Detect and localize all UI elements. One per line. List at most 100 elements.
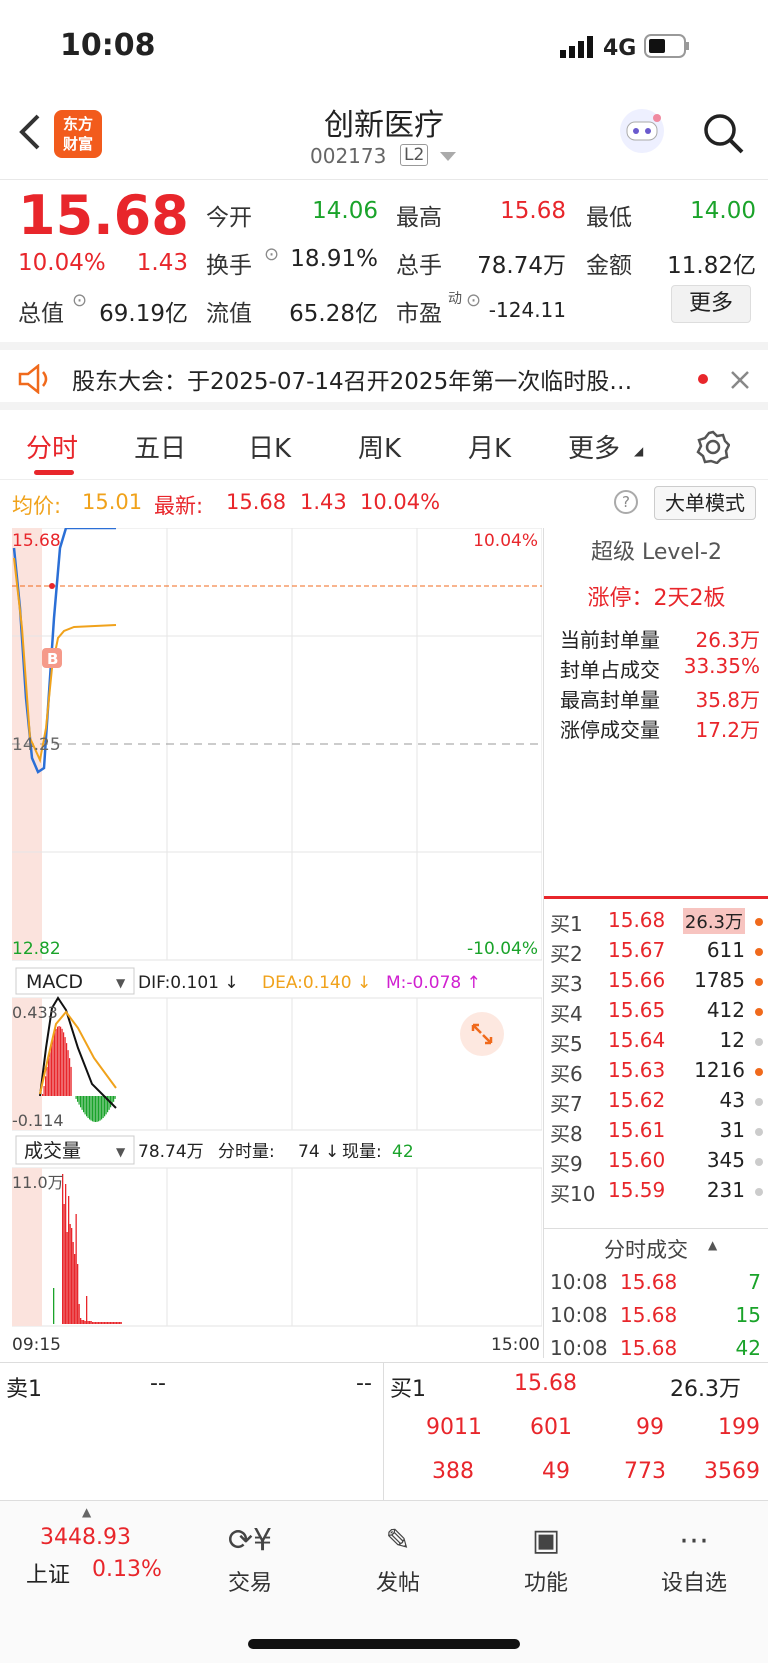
- bid-dot: [755, 1188, 763, 1196]
- bid-row[interactable]: 买3 15.66 1785: [544, 966, 768, 997]
- macd-bar: [54, 1032, 56, 1096]
- queue-value: 773: [624, 1459, 666, 1484]
- queue-value: 49: [542, 1459, 570, 1484]
- tab-weekly-k[interactable]: 周K: [358, 428, 401, 465]
- volume-bar: [84, 1321, 86, 1324]
- high-label: 最高: [396, 205, 442, 231]
- close-icon[interactable]: [730, 370, 750, 390]
- help-icon[interactable]: ?: [614, 490, 638, 514]
- volume-selector[interactable]: 成交量: [24, 1140, 81, 1162]
- divider: [544, 896, 768, 899]
- nav-add-watchlist[interactable]: ⋯ 设自选: [634, 1521, 754, 1597]
- mktcap-value: 69.19亿: [99, 301, 188, 327]
- queue-value: 9011: [426, 1415, 482, 1440]
- queue-value: 99: [636, 1415, 664, 1440]
- volume-bar: [92, 1322, 94, 1324]
- bid-row[interactable]: 买1 15.68 26.3万: [544, 906, 768, 937]
- bid-row[interactable]: 买6 15.63 1216: [544, 1056, 768, 1087]
- tab-monthly-k[interactable]: 月K: [468, 428, 511, 465]
- robot-assistant-icon[interactable]: [617, 106, 667, 156]
- volume-top-label: 11.0万: [12, 1173, 64, 1192]
- bid-row[interactable]: 买9 15.60 345: [544, 1146, 768, 1177]
- search-icon[interactable]: [702, 112, 746, 156]
- time-start-label: 09:15: [12, 1335, 61, 1355]
- battery-icon: [644, 34, 689, 58]
- current-price: 15.68: [18, 184, 189, 247]
- macd-top-label: 0.433: [12, 1003, 58, 1022]
- bid-dot: [755, 948, 763, 956]
- tick-price: 15.68: [620, 1270, 678, 1294]
- tab-more[interactable]: 更多: [568, 428, 620, 465]
- ticks-title[interactable]: 分时成交: [604, 1234, 688, 1264]
- bid-row[interactable]: 买10 15.59 231: [544, 1176, 768, 1207]
- yen-refresh-icon: ⟳¥: [227, 1523, 273, 1558]
- expand-icon[interactable]: [460, 1012, 504, 1056]
- status-time: 10:08: [60, 28, 156, 63]
- sell1-qty: --: [356, 1371, 372, 1396]
- notice-bar[interactable]: 股东大会：于2025-07-14召开2025年第一次临时股东大会: [0, 342, 768, 410]
- nav-trade[interactable]: ⟳¥ 交易: [190, 1521, 310, 1597]
- index-pct[interactable]: 0.13%: [92, 1557, 162, 1582]
- macd-bar: [46, 1066, 48, 1096]
- index-name[interactable]: 上证: [26, 1557, 70, 1589]
- turnover-value: 18.91%: [290, 246, 378, 272]
- macd-bar: [96, 1096, 98, 1122]
- bid-row[interactable]: 买5 15.64 12: [544, 1026, 768, 1057]
- bid-level: 买10: [550, 1182, 596, 1206]
- level-tag[interactable]: L2: [400, 144, 429, 166]
- bid-qty: 26.3万: [682, 908, 745, 934]
- sell1-label: 卖1: [6, 1377, 42, 1402]
- volume-bar: [81, 1320, 83, 1324]
- volume-bar: [80, 1318, 82, 1324]
- tab-daily-k[interactable]: 日K: [248, 428, 291, 465]
- bid-qty: 611: [706, 938, 745, 962]
- bid-row[interactable]: 买8 15.61 31: [544, 1116, 768, 1147]
- volume-bar: [95, 1322, 97, 1324]
- index-value[interactable]: 3448.93: [40, 1525, 131, 1550]
- y-bot-label: 12.82: [12, 939, 61, 959]
- more-button[interactable]: 更多: [671, 285, 751, 323]
- macd-selector[interactable]: MACD: [26, 971, 83, 993]
- volume-bar: [72, 1242, 74, 1324]
- bid-row[interactable]: 买2 15.67 611: [544, 936, 768, 967]
- info-icon[interactable]: ⊙: [466, 290, 481, 311]
- bid-row[interactable]: 买7 15.62 43: [544, 1086, 768, 1117]
- gear-icon[interactable]: [696, 430, 730, 464]
- float-value: 65.28亿: [289, 301, 378, 327]
- chevron-down-icon[interactable]: [440, 152, 456, 162]
- bid-level: 买2: [550, 942, 583, 966]
- level2-title[interactable]: 超级 Level-2: [544, 534, 768, 566]
- bid-row[interactable]: 买4 15.65 412: [544, 996, 768, 1027]
- bid-qty: 31: [719, 1118, 745, 1142]
- macd-bar: [67, 1050, 69, 1096]
- bid-dot: [755, 1038, 763, 1046]
- tab-intraday[interactable]: 分时: [26, 428, 78, 465]
- macd-bar: [102, 1096, 104, 1119]
- nav-functions[interactable]: ▣ 功能: [486, 1521, 606, 1597]
- active-tab-indicator: [34, 470, 74, 475]
- caret-up-icon: ▲: [708, 1238, 718, 1252]
- volume-bar: [77, 1264, 79, 1324]
- open-label: 今开: [206, 205, 252, 231]
- big-order-mode-button[interactable]: 大单模式: [654, 486, 756, 520]
- home-indicator: [248, 1639, 520, 1649]
- tab-five-day[interactable]: 五日: [134, 428, 186, 465]
- stock-header: 东方 财富 创新医疗 002173 L2: [0, 96, 768, 180]
- macd-bar: [95, 1096, 97, 1122]
- info-icon[interactable]: ⊙: [264, 244, 279, 265]
- change-pct: 10.04%: [18, 250, 106, 276]
- change-amount: 1.43: [136, 250, 188, 276]
- latest-point: [49, 583, 55, 589]
- macd-bar: [93, 1096, 95, 1122]
- bid-price: 15.62: [608, 1088, 666, 1112]
- chart-svg: 15.68 14.25 12.82 10.04% -10.04% B MACD …: [11, 526, 543, 1355]
- amount-label: 金额: [586, 253, 632, 279]
- nav-post[interactable]: ✎ 发帖: [338, 1521, 458, 1597]
- intraday-chart[interactable]: 15.68 14.25 12.82 10.04% -10.04% B MACD …: [11, 526, 543, 1358]
- notice-text[interactable]: 股东大会：于2025-07-14召开2025年第一次临时股东大会: [72, 362, 652, 396]
- volume-bar: [99, 1322, 101, 1324]
- macd-bar: [60, 1026, 62, 1096]
- info-icon[interactable]: ⊙: [72, 290, 87, 311]
- volume-bar: [78, 1304, 80, 1324]
- low-value: 14.00: [690, 198, 756, 224]
